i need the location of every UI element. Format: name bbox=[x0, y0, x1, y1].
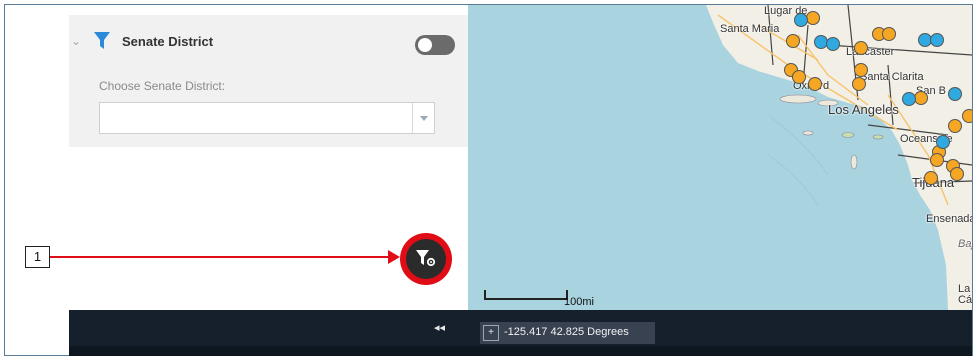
bottom-bar: ◂◂ + -125.417 42.825 Degrees bbox=[69, 310, 972, 346]
funnel-icon bbox=[94, 32, 110, 49]
map-marker[interactable] bbox=[948, 87, 962, 101]
crosshair-icon[interactable]: + bbox=[483, 325, 499, 341]
filter-toggle[interactable] bbox=[415, 35, 455, 55]
coordinate-text: -125.417 42.825 Degrees bbox=[504, 326, 629, 338]
place-santa-maria: Santa Maria bbox=[720, 23, 780, 35]
coordinate-display[interactable]: + -125.417 42.825 Degrees bbox=[480, 322, 655, 344]
basemap bbox=[706, 5, 972, 310]
filter-panel: ⌄ Senate District Choose Senate District… bbox=[69, 5, 468, 310]
map-marker[interactable] bbox=[924, 171, 938, 185]
map-marker[interactable] bbox=[792, 70, 806, 84]
scale-bar bbox=[484, 290, 568, 300]
filter-title: Senate District bbox=[122, 34, 214, 49]
outer-margin bbox=[5, 5, 69, 355]
place-ensenada: Ensenada bbox=[926, 213, 972, 225]
filter-card-senate-district: ⌄ Senate District Choose Senate District… bbox=[69, 15, 468, 147]
map-marker[interactable] bbox=[882, 27, 896, 41]
filter-settings-button[interactable] bbox=[406, 239, 446, 279]
map-marker[interactable] bbox=[786, 34, 800, 48]
map-marker[interactable] bbox=[950, 167, 964, 181]
annotation-arrow-line bbox=[50, 256, 394, 258]
map-marker[interactable] bbox=[948, 119, 962, 133]
place-los-angeles: Los Angeles bbox=[828, 102, 899, 117]
place-baja: Baja bbox=[958, 238, 972, 250]
map-marker[interactable] bbox=[852, 77, 866, 91]
chevron-down-icon[interactable]: ⌄ bbox=[71, 35, 83, 47]
toggle-knob bbox=[418, 38, 432, 52]
annotation-arrow-head bbox=[388, 250, 400, 264]
highlight-ring bbox=[400, 233, 452, 285]
annotation-callout: 1 bbox=[25, 246, 50, 268]
map-marker[interactable] bbox=[854, 41, 868, 55]
scale-label: 100mi bbox=[564, 296, 594, 308]
map-marker[interactable] bbox=[794, 13, 808, 27]
map-marker[interactable] bbox=[806, 11, 820, 25]
map-marker[interactable] bbox=[930, 33, 944, 47]
place-santa-clarita: Santa Clarita bbox=[860, 71, 924, 83]
filter-settings-icon bbox=[416, 250, 436, 267]
map-marker[interactable] bbox=[902, 92, 916, 106]
map-marker[interactable] bbox=[854, 63, 868, 77]
choose-district-label: Choose Senate District: bbox=[99, 79, 226, 93]
dropdown-arrow-icon[interactable] bbox=[412, 103, 434, 133]
map-marker[interactable] bbox=[808, 77, 822, 91]
map-marker[interactable] bbox=[914, 91, 928, 105]
map-marker[interactable] bbox=[962, 109, 972, 123]
senate-district-select[interactable] bbox=[99, 102, 435, 134]
map-marker[interactable] bbox=[930, 153, 944, 167]
place-cut-ca: Cá bbox=[958, 294, 972, 306]
map-marker[interactable] bbox=[936, 135, 950, 149]
map-marker[interactable] bbox=[826, 37, 840, 51]
map-view[interactable]: Santa Maria Lugar de Lancaster Oxnard Sa… bbox=[468, 5, 972, 310]
bottom-strip bbox=[69, 346, 972, 356]
collapse-icon[interactable]: ◂◂ bbox=[434, 321, 456, 335]
